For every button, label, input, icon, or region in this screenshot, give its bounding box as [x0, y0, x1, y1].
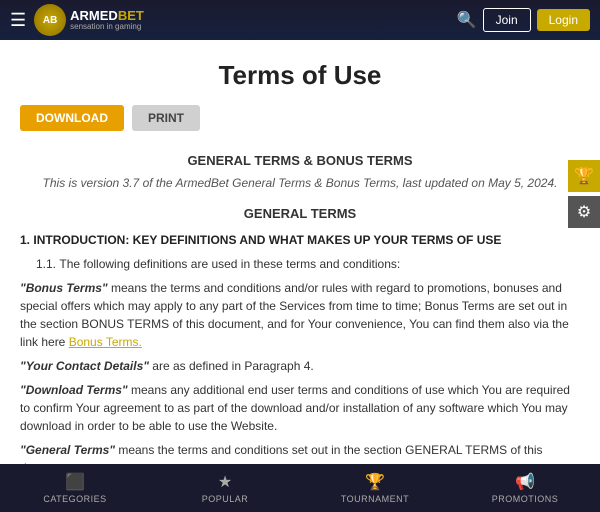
- download-button[interactable]: DOWNLOAD: [20, 105, 124, 131]
- nav-promotions[interactable]: 📢 PROMOTIONS: [450, 472, 600, 504]
- definition-general-terms: "General Terms" means the terms and cond…: [20, 441, 580, 464]
- nav-popular[interactable]: ★ POPULAR: [150, 472, 300, 504]
- main-content: Terms of Use DOWNLOAD PRINT GENERAL TERM…: [0, 40, 600, 464]
- header-right: 🔍 Join Login: [457, 8, 590, 32]
- general-terms-header: GENERAL TERMS: [0, 198, 600, 231]
- promotions-icon: 📢: [515, 472, 535, 492]
- tournament-icon: 🏆: [365, 472, 385, 492]
- popular-label: POPULAR: [202, 494, 249, 504]
- general-bonus-header: GENERAL TERMS & BONUS TERMS: [0, 145, 600, 172]
- sidebar-buttons: 🏆 ⚙: [568, 160, 600, 228]
- intro-heading: 1. INTRODUCTION: KEY DEFINITIONS AND WHA…: [20, 231, 580, 249]
- logo-word2: BET: [118, 8, 144, 23]
- term-general-terms: "General Terms": [20, 443, 115, 457]
- popular-icon: ★: [218, 472, 232, 492]
- definition-bonus-terms: "Bonus Terms" means the terms and condit…: [20, 279, 580, 351]
- nav-tournament[interactable]: 🏆 TOURNAMENT: [300, 472, 450, 504]
- logo-text-block: ARMEDBET sensation in gaming: [70, 9, 144, 31]
- term-download-terms: "Download Terms": [20, 383, 128, 397]
- logo-main: ARMEDBET: [70, 9, 144, 22]
- trophy-sidebar-btn[interactable]: 🏆: [568, 160, 600, 192]
- nav-categories[interactable]: ⬛ CATEGORIES: [0, 472, 150, 504]
- definition-download-terms: "Download Terms" means any additional en…: [20, 381, 580, 435]
- tournament-label: TOURNAMENT: [341, 494, 409, 504]
- header: ☰ AB ARMEDBET sensation in gaming 🔍 Join…: [0, 0, 600, 40]
- bottom-nav: ⬛ CATEGORIES ★ POPULAR 🏆 TOURNAMENT 📢 PR…: [0, 464, 600, 512]
- logo-word1: ARMED: [70, 8, 118, 23]
- promotions-label: PROMOTIONS: [492, 494, 559, 504]
- search-button[interactable]: 🔍: [457, 10, 477, 30]
- categories-icon: ⬛: [65, 472, 85, 492]
- page-title: Terms of Use: [0, 40, 600, 105]
- sub-item-1-1: 1.1. The following definitions are used …: [36, 255, 580, 273]
- action-buttons: DOWNLOAD PRINT: [0, 105, 600, 145]
- bonus-terms-link[interactable]: Bonus Terms.: [69, 335, 142, 349]
- logo-icon: AB: [34, 4, 66, 36]
- join-button[interactable]: Join: [483, 8, 531, 32]
- term-contact-details: "Your Contact Details": [20, 359, 149, 373]
- login-button[interactable]: Login: [537, 9, 590, 31]
- version-text: This is version 3.7 of the ArmedBet Gene…: [0, 172, 600, 198]
- logo-area: AB ARMEDBET sensation in gaming: [34, 4, 144, 36]
- definition-contact-details: "Your Contact Details" are as defined in…: [20, 357, 580, 375]
- tool-sidebar-btn[interactable]: ⚙: [568, 196, 600, 228]
- term-bonus-terms: "Bonus Terms": [20, 281, 108, 295]
- categories-label: CATEGORIES: [43, 494, 106, 504]
- def2-text: are as defined in Paragraph 4.: [152, 359, 313, 373]
- print-button[interactable]: PRINT: [132, 105, 200, 131]
- header-left: ☰ AB ARMEDBET sensation in gaming: [10, 4, 144, 36]
- content-area: 1. INTRODUCTION: KEY DEFINITIONS AND WHA…: [0, 231, 600, 464]
- hamburger-menu[interactable]: ☰: [10, 10, 26, 31]
- logo-sub: sensation in gaming: [70, 22, 144, 31]
